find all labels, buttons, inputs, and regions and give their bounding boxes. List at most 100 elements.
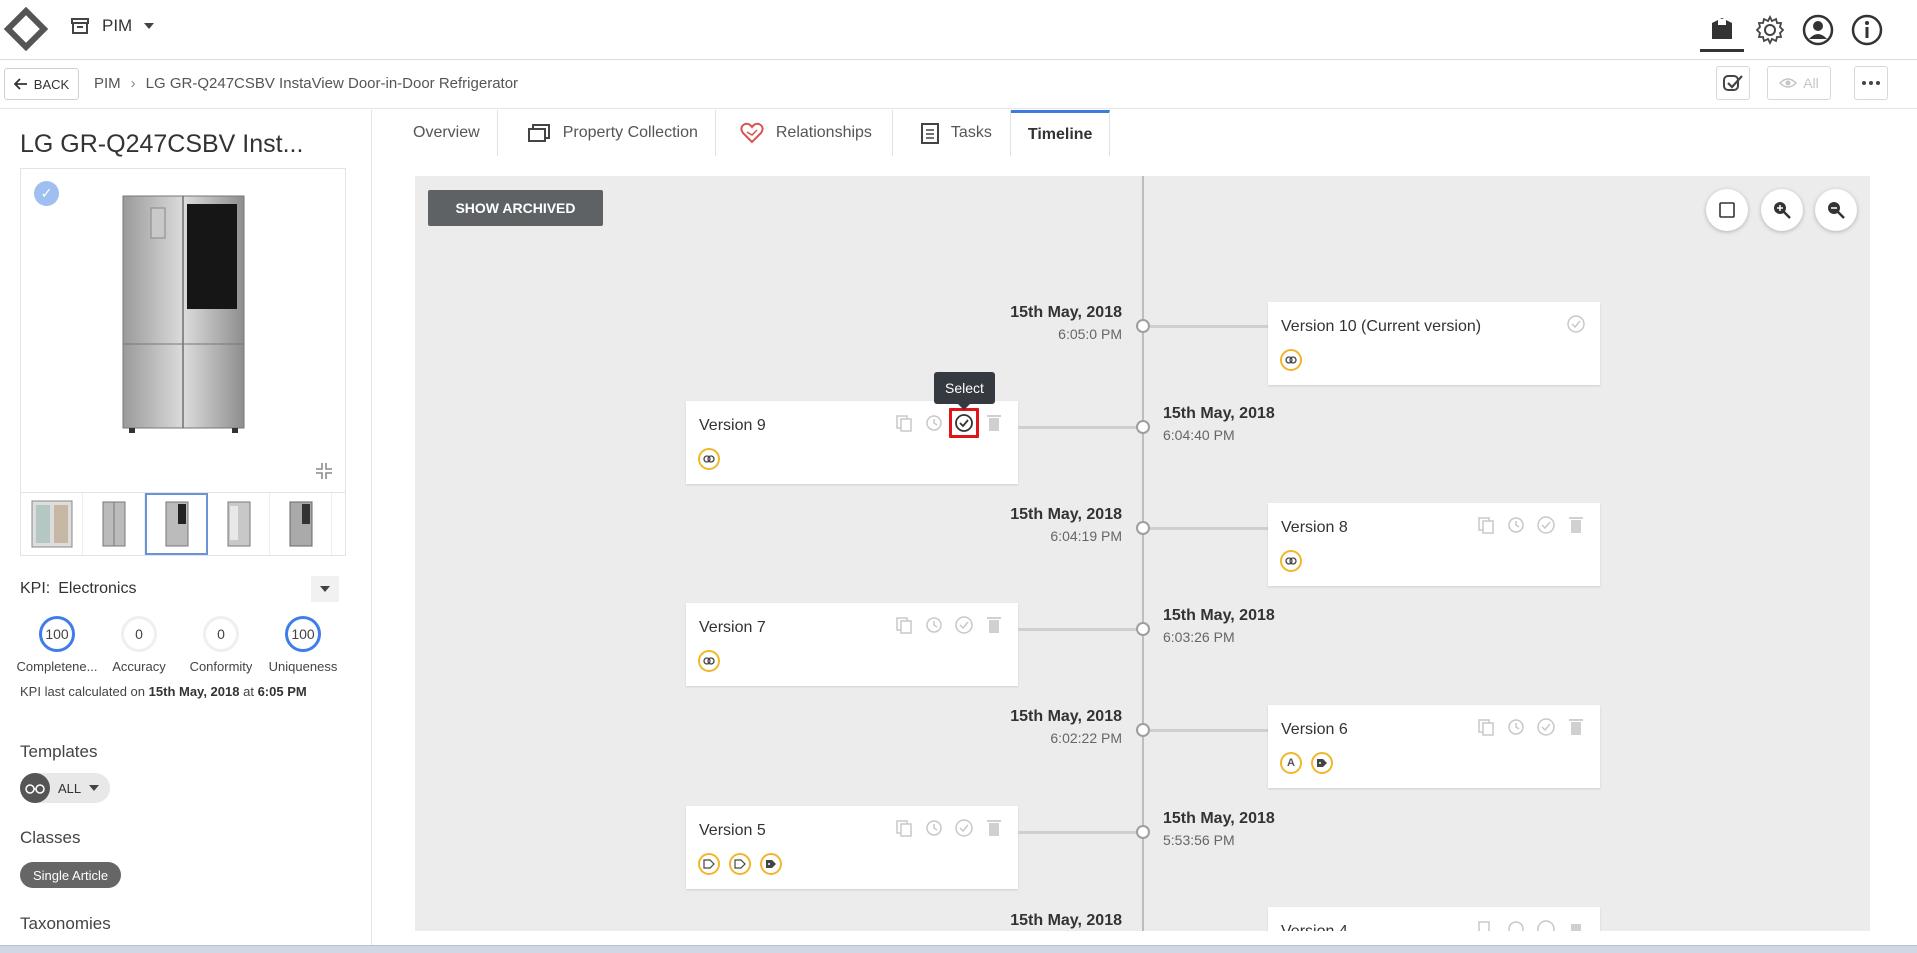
kpi-calc-date: 15th May, 2018 [148,684,240,699]
collapse-icon[interactable] [315,462,333,480]
kpi-label: Completene... [16,659,98,674]
breadcrumb-item-pim[interactable]: PIM [94,75,121,92]
version-date: 15th May, 2018 [1163,810,1275,827]
thumbnail[interactable] [270,493,332,555]
delete-icon[interactable] [1566,717,1586,737]
relationship-tag-icon [1280,550,1302,572]
restore-icon[interactable] [1506,515,1526,535]
more-options-button[interactable] [1854,66,1888,100]
thumbnail-strip [20,493,346,556]
module-label: PIM [102,16,133,35]
select-icon[interactable] [954,615,974,635]
timeline-connector [1018,426,1138,429]
version-title: Version 5 [699,822,766,839]
app-logo[interactable] [2,7,50,51]
select-icon[interactable] [1536,717,1556,737]
tab-label: Overview [413,124,480,141]
version-card[interactable]: Version 6 A [1268,705,1600,788]
thumbnail[interactable] [83,493,145,555]
tab-timeline[interactable]: Timeline [1010,110,1111,156]
thumbnail[interactable] [208,493,270,555]
kpi-value: 0 [121,616,157,652]
module-switcher[interactable]: PIM [70,16,155,36]
delete-icon[interactable] [984,413,1004,433]
class-chip[interactable]: Single Article [20,862,122,888]
delete-icon[interactable] [984,615,1004,635]
square-icon [1719,202,1735,218]
restore-icon[interactable] [1506,919,1526,931]
fit-screen-button[interactable] [1706,189,1748,231]
delete-icon[interactable] [1566,515,1586,535]
copy-icon[interactable] [894,413,914,433]
zoom-out-icon [1827,201,1845,219]
info-icon[interactable] [1845,8,1889,52]
version-time: 6:02:22 PM [1050,730,1122,746]
tab-relationships[interactable]: Relationships [715,110,893,156]
restore-icon[interactable] [924,413,944,433]
timeline-node [1136,319,1150,333]
restore-icon[interactable] [1506,717,1526,737]
copy-icon[interactable] [1476,515,1496,535]
check-status-button[interactable] [1716,66,1750,100]
version-card[interactable]: Version 9 [686,401,1018,484]
tab-bar: Overview Property Collection Relationshi… [396,110,1111,156]
select-icon[interactable] [1536,919,1556,931]
product-image-viewer: ✓ [20,168,346,493]
delete-icon[interactable] [984,818,1004,838]
copy-icon[interactable] [1476,717,1496,737]
tab-label: Tasks [950,124,992,141]
version-card[interactable]: Version 4 [1268,907,1600,931]
select-icon[interactable] [1536,515,1556,535]
tab-tasks[interactable]: Tasks [892,110,1011,156]
kpi-calc-time: 6:05 PM [257,684,307,699]
label-tag-icon [760,853,782,875]
view-all-label: All [1803,75,1819,91]
timeline-node [1136,420,1150,434]
version-card[interactable]: Version 7 [686,603,1018,686]
templates-dropdown[interactable]: ALL [20,773,110,803]
timeline-node [1136,723,1150,737]
restore-icon[interactable] [924,615,944,635]
arrow-left-icon [13,78,28,90]
zoom-in-button[interactable] [1761,189,1803,231]
box-icon[interactable] [1700,8,1744,52]
copy-icon[interactable] [894,818,914,838]
thumbnail[interactable] [21,493,83,555]
back-label: BACK [33,76,70,92]
user-icon[interactable] [1796,8,1840,52]
sub-bar: BACK PIM › LG GR-Q247CSBV InstaView Door… [0,61,1917,109]
tab-label: Relationships [775,124,872,141]
thumbnail[interactable] [145,493,208,555]
taxonomies-heading: Taxonomies [20,914,111,933]
relationship-tag-icon [1280,349,1302,371]
zoom-out-button[interactable] [1815,189,1857,231]
check-icon[interactable]: ✓ [34,181,59,206]
version-card[interactable]: Version 10 (Current version) [1268,302,1600,385]
back-button[interactable]: BACK [4,68,79,100]
restore-icon[interactable] [924,818,944,838]
product-title: LG GR-Q247CSBV Inst... [20,130,304,158]
version-card[interactable]: Version 5 [686,806,1018,889]
kpi-label: Conformity [189,659,253,674]
gear-icon[interactable] [1748,8,1792,52]
copy-icon[interactable] [1476,919,1496,931]
templates-heading: Templates [20,742,98,761]
version-card[interactable]: Version 8 [1268,503,1600,586]
version-time: 6:04:40 PM [1163,427,1235,443]
attribute-tag-icon: A [1280,752,1302,774]
select-icon[interactable] [954,818,974,838]
kpi-dropdown-button[interactable] [311,576,339,602]
zoom-in-icon [1773,201,1791,219]
copy-icon[interactable] [894,615,914,635]
view-all-button[interactable]: All [1767,66,1831,100]
kpi-calc-at: at [243,684,254,699]
show-archived-button[interactable]: SHOW ARCHIVED [428,190,603,226]
select-icon[interactable] [1566,314,1586,334]
tab-property-collection[interactable]: Property Collection [497,110,716,156]
tab-overview[interactable]: Overview [396,110,498,156]
product-panel: LG GR-Q247CSBV Inst... ✓ KPI: Electronic… [0,110,372,953]
version-date: 15th May, 2018 [1010,304,1122,321]
version-time: 6:04:19 PM [1050,528,1122,544]
delete-icon[interactable] [1566,919,1586,931]
select-icon[interactable] [949,408,979,438]
